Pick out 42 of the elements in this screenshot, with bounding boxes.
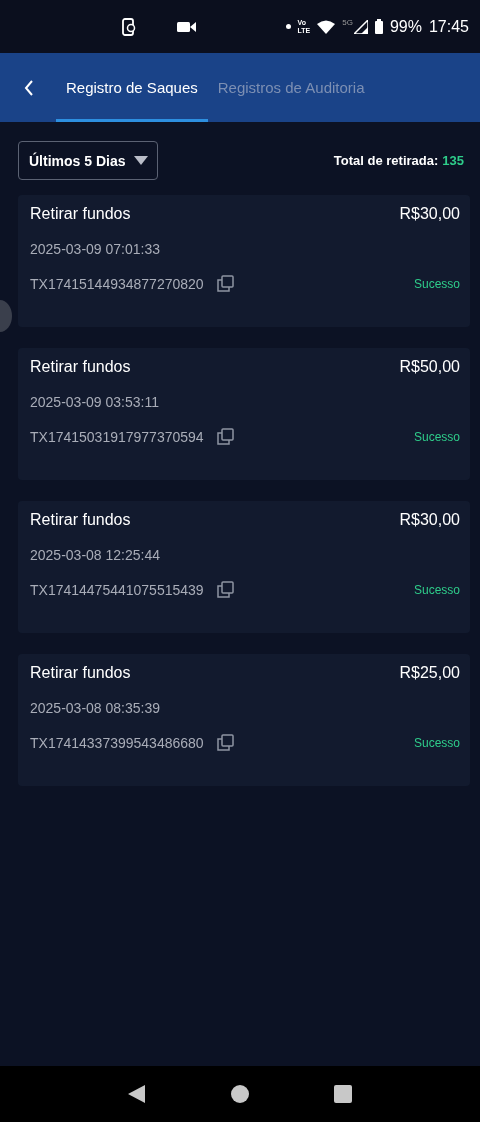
- transaction-status: Sucesso: [413, 582, 460, 597]
- copy-icon[interactable]: [216, 428, 234, 445]
- transaction-amount: R$50,00: [399, 358, 460, 376]
- transaction-title: Retirar fundos: [30, 205, 131, 223]
- withdrawal-total-value: 135: [442, 153, 464, 168]
- caret-icon: [134, 156, 149, 165]
- transaction-amount: R$25,00: [399, 664, 460, 682]
- home-icon[interactable]: [231, 1085, 249, 1103]
- transaction-date: 2025-03-09 03:53:11: [30, 394, 160, 410]
- transaction-title: Retirar fundos: [30, 664, 131, 682]
- video-camera-icon: [177, 20, 197, 33]
- wifi-icon: [317, 19, 336, 34]
- clock: 17:45: [428, 17, 469, 36]
- transaction-status: Sucesso: [413, 429, 460, 444]
- phone-sync-icon: [122, 17, 136, 36]
- network-type: 5G: [342, 18, 353, 27]
- recents-icon[interactable]: [334, 1085, 353, 1103]
- copy-icon[interactable]: [216, 581, 234, 598]
- withdrawal-total-label: Total de retirada:: [333, 153, 439, 168]
- transaction-date: 2025-03-08 12:25:44: [30, 547, 161, 563]
- battery-percentage: 99%: [389, 17, 422, 36]
- transaction-title: Retirar fundos: [30, 358, 131, 376]
- dot-icon: [285, 24, 291, 29]
- transaction-title: Retirar fundos: [30, 511, 131, 529]
- battery-icon: [374, 19, 383, 34]
- transaction-id: TX17415144934877270820: [30, 275, 204, 292]
- transaction-amount: R$30,00: [399, 511, 460, 529]
- date-filter-dropdown[interactable]: Últimos 5 Dias: [18, 141, 159, 180]
- transaction-date: 2025-03-08 08:35:39: [30, 700, 161, 716]
- transaction-id: TX17415031917977370594: [30, 428, 204, 445]
- tab[interactable]: Registro de Saques: [56, 56, 208, 122]
- copy-icon[interactable]: [216, 734, 234, 751]
- transaction-id: TX17414337399543486680: [30, 734, 204, 751]
- transaction-status: Sucesso: [413, 276, 460, 291]
- transaction-amount: R$30,00: [399, 205, 460, 223]
- transaction-id: TX17414475441075515439: [30, 581, 204, 598]
- signal-icon: [353, 19, 368, 34]
- back-icon[interactable]: [24, 79, 34, 96]
- transaction-status: Sucesso: [413, 735, 460, 750]
- back-icon[interactable]: [127, 1085, 146, 1103]
- copy-icon[interactable]: [216, 275, 234, 292]
- transaction-date: 2025-03-09 07:01:33: [30, 241, 161, 257]
